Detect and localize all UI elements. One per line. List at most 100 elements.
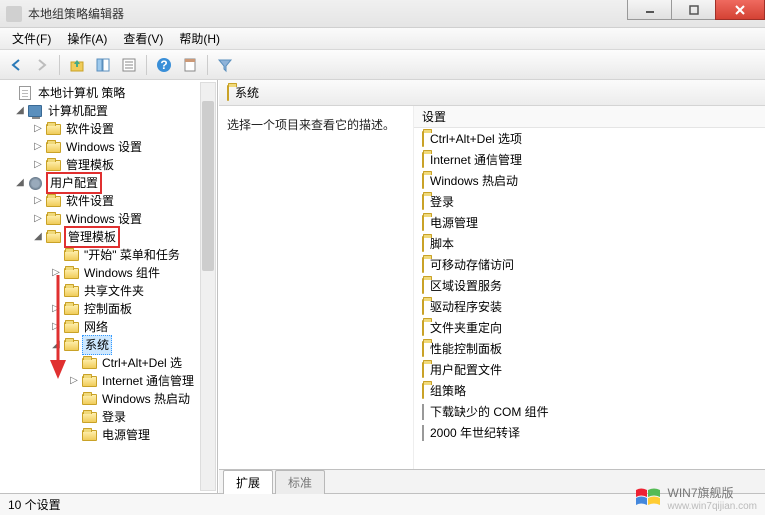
- tree-cc-admin[interactable]: ▷ 管理模板: [2, 156, 215, 174]
- list-item[interactable]: Ctrl+Alt+Del 选项: [414, 128, 765, 149]
- tree-label: 共享文件夹: [82, 282, 146, 300]
- tree-computer-config[interactable]: ◢ 计算机配置: [2, 102, 215, 120]
- expand-icon[interactable]: ▷: [50, 264, 62, 282]
- list-item-label: 电源管理: [430, 214, 478, 231]
- list-item-label: 驱动程序安装: [430, 298, 502, 315]
- tree-label: Windows 组件: [82, 264, 162, 282]
- tree-start-taskbar[interactable]: "开始" 菜单和任务: [2, 246, 215, 264]
- scrollbar-thumb[interactable]: [202, 101, 214, 271]
- tab-standard[interactable]: 标准: [275, 470, 325, 494]
- expand-icon[interactable]: ▷: [32, 192, 44, 210]
- up-level-button[interactable]: [65, 53, 89, 77]
- close-button[interactable]: [715, 0, 765, 20]
- nav-forward-button[interactable]: [30, 53, 54, 77]
- tree-win-components[interactable]: ▷ Windows 组件: [2, 264, 215, 282]
- expand-icon[interactable]: ▷: [32, 210, 44, 228]
- nav-back-button[interactable]: [4, 53, 28, 77]
- menu-action[interactable]: 操作(A): [59, 27, 115, 50]
- toolbar: ?: [0, 50, 765, 80]
- tree-uc-admin[interactable]: ◢ 管理模板: [2, 228, 215, 246]
- tree-system[interactable]: ◢ 系统: [2, 336, 215, 354]
- list-item[interactable]: 登录: [414, 191, 765, 212]
- list-item[interactable]: Windows 热启动: [414, 170, 765, 191]
- tree-user-config[interactable]: ◢ 用户配置: [2, 174, 215, 192]
- tree-root[interactable]: 本地计算机 策略: [2, 84, 215, 102]
- content-heading: 系统: [235, 84, 259, 101]
- tree-sys-winhot[interactable]: Windows 热启动: [2, 390, 215, 408]
- expand-icon[interactable]: ▷: [68, 372, 80, 390]
- collapse-icon[interactable]: ◢: [50, 336, 62, 354]
- list-item[interactable]: 可移动存储访问: [414, 254, 765, 275]
- window-title: 本地组策略编辑器: [28, 5, 124, 22]
- tab-extended[interactable]: 扩展: [223, 470, 273, 494]
- collapse-icon[interactable]: ◢: [32, 228, 44, 246]
- list-item[interactable]: 下载缺少的 COM 组件: [414, 401, 765, 422]
- settings-column-header[interactable]: 设置: [414, 106, 765, 128]
- properties-button[interactable]: [117, 53, 141, 77]
- tree-label: 登录: [100, 408, 128, 426]
- settings-header-label: 设置: [422, 108, 446, 125]
- tree-label: Internet 通信管理: [100, 372, 196, 390]
- maximize-button[interactable]: [671, 0, 716, 20]
- minimize-button[interactable]: [627, 0, 672, 20]
- tree-shared-folders[interactable]: 共享文件夹: [2, 282, 215, 300]
- list-item[interactable]: 2000 年世纪转译: [414, 422, 765, 443]
- filter-button[interactable]: [213, 53, 237, 77]
- tree-scrollbar[interactable]: [200, 82, 216, 491]
- menu-file[interactable]: 文件(F): [4, 27, 59, 50]
- tree-uc-software[interactable]: ▷ 软件设置: [2, 192, 215, 210]
- status-text: 10 个设置: [8, 496, 61, 513]
- folder-icon: [63, 320, 79, 334]
- list-item-label: Ctrl+Alt+Del 选项: [430, 130, 522, 147]
- expand-icon[interactable]: ▷: [50, 318, 62, 336]
- tree-cc-software[interactable]: ▷ 软件设置: [2, 120, 215, 138]
- folder-icon: [422, 237, 424, 251]
- settings-list: 设置 Ctrl+Alt+Del 选项 Internet 通信管理Windows 热…: [414, 106, 765, 469]
- tree-label: 电源管理: [100, 426, 152, 444]
- main-area: 本地计算机 策略 ◢ 计算机配置 ▷ 软件设置 ▷ Windows 设置 ▷ 管…: [0, 80, 765, 493]
- list-item[interactable]: 文件夹重定向: [414, 317, 765, 338]
- expand-icon[interactable]: ▷: [32, 138, 44, 156]
- expand-icon[interactable]: ▷: [50, 300, 62, 318]
- list-item[interactable]: 用户配置文件: [414, 359, 765, 380]
- list-item-label: 下载缺少的 COM 组件: [430, 403, 549, 420]
- expand-icon[interactable]: ▷: [32, 156, 44, 174]
- list-item[interactable]: Internet 通信管理: [414, 149, 765, 170]
- tree-network[interactable]: ▷ 网络: [2, 318, 215, 336]
- collapse-icon[interactable]: ◢: [14, 174, 26, 192]
- tree-label: 软件设置: [64, 192, 116, 210]
- show-tree-button[interactable]: [91, 53, 115, 77]
- tree-label: Ctrl+Alt+Del 选: [100, 354, 184, 372]
- window-controls: [628, 0, 765, 20]
- svg-text:?: ?: [160, 58, 167, 72]
- menu-help[interactable]: 帮助(H): [171, 27, 228, 50]
- list-item[interactable]: 电源管理: [414, 212, 765, 233]
- tree-sys-logon[interactable]: 登录: [2, 408, 215, 426]
- toolbar-separator: [207, 55, 208, 75]
- export-button[interactable]: [178, 53, 202, 77]
- expand-icon[interactable]: ▷: [32, 120, 44, 138]
- list-item-label: 脚本: [430, 235, 454, 252]
- description-text: 选择一个项目来查看它的描述。: [227, 116, 405, 133]
- policy-tree[interactable]: 本地计算机 策略 ◢ 计算机配置 ▷ 软件设置 ▷ Windows 设置 ▷ 管…: [2, 84, 215, 444]
- help-button[interactable]: ?: [152, 53, 176, 77]
- folder-icon: [227, 86, 229, 100]
- folder-icon: [81, 392, 97, 406]
- tree-control-panel[interactable]: ▷ 控制面板: [2, 300, 215, 318]
- list-item[interactable]: 组策略: [414, 380, 765, 401]
- list-item-label: 组策略: [430, 382, 466, 399]
- list-item[interactable]: 区域设置服务: [414, 275, 765, 296]
- tree-sys-power[interactable]: 电源管理: [2, 426, 215, 444]
- list-item-label: 性能控制面板: [430, 340, 502, 357]
- list-item[interactable]: 驱动程序安装: [414, 296, 765, 317]
- tree-label: 用户配置: [46, 172, 102, 194]
- menu-view[interactable]: 查看(V): [115, 27, 171, 50]
- tree-sys-internet[interactable]: ▷ Internet 通信管理: [2, 372, 215, 390]
- tree-sys-ctrlaltdel[interactable]: Ctrl+Alt+Del 选: [2, 354, 215, 372]
- folder-icon: [422, 363, 424, 377]
- list-item[interactable]: 性能控制面板: [414, 338, 765, 359]
- list-item[interactable]: 脚本: [414, 233, 765, 254]
- tree-cc-windows[interactable]: ▷ Windows 设置: [2, 138, 215, 156]
- toolbar-separator: [59, 55, 60, 75]
- collapse-icon[interactable]: ◢: [14, 102, 26, 120]
